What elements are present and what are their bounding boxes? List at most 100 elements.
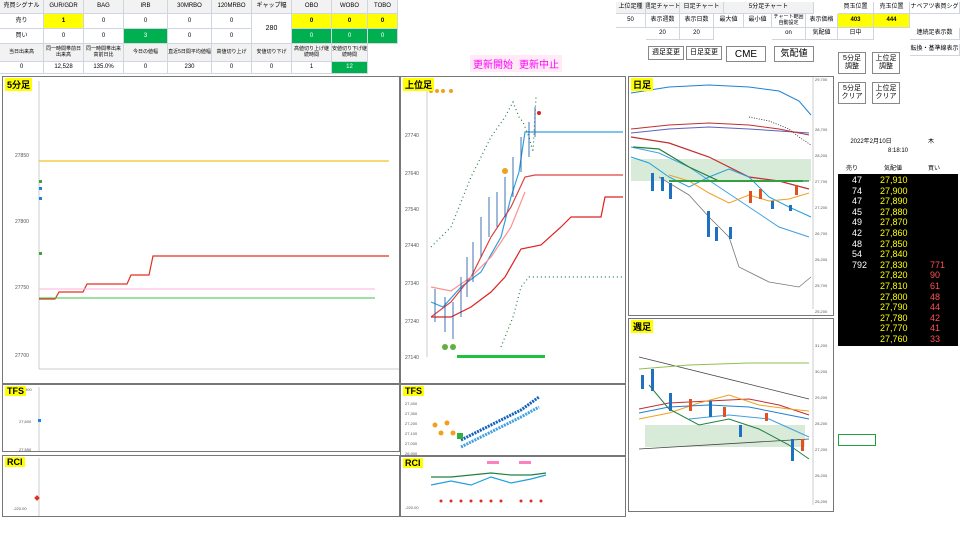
sell-120m: 0 <box>212 14 252 29</box>
daily-axis: 28,700 <box>815 127 828 132</box>
kehai-val: 気配値 <box>806 28 838 40</box>
stat-header: 高値切り上げ <box>212 44 252 62</box>
buy-obo: 0 <box>292 29 332 44</box>
stat-header: 安値切り下げ継続時間 <box>332 44 368 62</box>
stat-val: 0 <box>124 62 168 74</box>
m5-chart: 27900 27850 27800 27750 27700 <box>15 81 399 370</box>
sell-tobo: 0 <box>368 14 398 29</box>
book-price: 27,840 <box>880 249 908 260</box>
weekly-axis: 27,200 <box>815 447 828 452</box>
book-price: 27,860 <box>880 228 908 238</box>
weekly-axis: 31,200 <box>815 343 828 348</box>
book-row: 47 27,890 <box>838 196 958 206</box>
book-price: 27,900 <box>880 185 908 196</box>
v20b[interactable]: 20 <box>680 28 714 40</box>
daily-axis: 25,700 <box>815 283 828 288</box>
weekly-chart-panel: 31,200 30,200 29,200 28,200 27,200 26,20… <box>628 318 834 512</box>
stat-header: 同一時間帯出来高前日比 <box>84 44 124 62</box>
m5-rci-chart: -220.00 <box>13 458 40 516</box>
tfs-axis: 27,550 <box>19 447 32 452</box>
up-axis-label: 27340 <box>405 281 419 287</box>
on-toggle[interactable]: on <box>772 28 806 40</box>
note2: 連続足表示数 <box>910 28 960 40</box>
weekly-chart-title: 週足 <box>631 320 654 333</box>
m5-clear-button[interactable]: 5分足 クリア <box>838 82 866 104</box>
sell-irb: 0 <box>124 14 168 29</box>
book-price: 27,770 <box>880 323 908 334</box>
book-buy-qty: 42 <box>930 312 941 323</box>
up-rci-axis: -220.00 <box>405 505 419 510</box>
weekly-change-button[interactable]: 週足変更 <box>648 46 684 60</box>
up-tfs-axis: 27,100 <box>405 431 418 436</box>
daily-chart: 29,700 28,700 28,200 27,700 27,200 26,70… <box>630 77 828 314</box>
m5-chart-title: 5分足 <box>5 78 33 91</box>
book-buy-qty: 41 <box>930 323 941 334</box>
v50: 50 <box>616 14 646 28</box>
sell-gur: 1 <box>44 14 84 29</box>
book-sell-qty: 792 <box>852 259 868 270</box>
book-price: 27,780 <box>880 312 908 323</box>
daily-axis: 27,200 <box>815 205 828 210</box>
upper-tfs-title: TFS <box>403 386 424 396</box>
book-price: 27,870 <box>880 217 908 228</box>
buy-pos-label: 買玉位置 <box>838 2 874 14</box>
upper-rci-title: RCI <box>403 458 423 468</box>
up-tfs-axis: 27,400 <box>405 401 418 406</box>
book-price: 27,820 <box>880 270 908 281</box>
upper-rci-panel: -220.00 RCI <box>400 456 626 517</box>
grid-header: ギャップ幅 <box>252 0 292 14</box>
buy-30m: 0 <box>168 29 212 44</box>
cme-button[interactable]: CME <box>726 46 766 62</box>
upper-adjust-button[interactable]: 上位足 調整 <box>872 52 900 74</box>
upper-clear-button[interactable]: 上位足 クリア <box>872 82 900 104</box>
book-sell-qty: 47 <box>852 175 863 185</box>
m5-axis-label: 27750 <box>15 285 29 291</box>
stop-update-button[interactable]: 更新中止 <box>516 55 562 72</box>
m5-adjust-button[interactable]: 5分足 調整 <box>838 52 866 74</box>
daily-change-button[interactable]: 日足変更 <box>686 46 722 60</box>
disp-price-label: 表示価格 <box>806 14 838 28</box>
m5-rci-panel: -220.00 RCI <box>2 455 400 517</box>
book-row: 54 27,840 <box>838 249 958 259</box>
m5-axis-label: 27800 <box>15 219 29 225</box>
grid-header: WOBO <box>332 0 368 14</box>
up-tfs-axis: 27,200 <box>405 421 418 426</box>
m5-rci-title: RCI <box>5 457 25 467</box>
v20a[interactable]: 20 <box>646 28 680 40</box>
weekly-chart-label: 週足チャート <box>646 2 680 14</box>
daily-axis: 25,200 <box>815 309 828 314</box>
book-price: 27,890 <box>880 196 908 207</box>
min-label: 最小値 <box>744 14 772 28</box>
book-header-price: 気配値 <box>884 166 903 172</box>
daily-chart-panel: 29,700 28,700 28,200 27,700 27,200 26,70… <box>628 76 834 316</box>
stat-val: 12 <box>332 62 368 74</box>
up-axis-label: 27540 <box>405 207 419 213</box>
weekly-axis: 28,200 <box>815 421 828 426</box>
stat-val: 1 <box>292 62 332 74</box>
weekly-axis: 29,200 <box>815 395 828 400</box>
book-row: 74 27,900 <box>838 186 958 196</box>
grid-header: 120MRBO <box>212 0 252 14</box>
buy-wobo: 0 <box>332 29 368 44</box>
tfs-axis: 900 <box>25 387 32 392</box>
book-price: 27,910 <box>880 175 908 185</box>
book-sell-qty: 47 <box>852 196 863 207</box>
daily-axis: 29,700 <box>815 77 828 82</box>
kehai-button[interactable]: 気配値 <box>774 46 814 62</box>
book-price: 27,790 <box>880 302 908 313</box>
m5-marker <box>39 187 42 190</box>
start-update-button[interactable]: 更新開始 <box>470 55 516 72</box>
daily-axis: 28,200 <box>815 153 828 158</box>
selected-cell[interactable] <box>838 434 876 446</box>
sell-obo: 0 <box>292 14 332 29</box>
stat-header: 直近5日間平均値幅 <box>168 44 212 62</box>
auto-range-label: チャート範囲自動設定 <box>772 14 806 28</box>
up-tfs-axis: 27,000 <box>405 441 418 446</box>
sell-pos-label: 売玉位置 <box>874 2 910 14</box>
book-row: 27,760 33 <box>838 334 958 344</box>
book-row: 27,780 42 <box>838 313 958 323</box>
daily-chart-label: 日足チャート <box>680 2 724 14</box>
buy-irb: 3 <box>124 29 168 44</box>
grid-header: TOBO <box>368 0 398 14</box>
stat-header: 同一時間帯前日出来高 <box>44 44 84 62</box>
